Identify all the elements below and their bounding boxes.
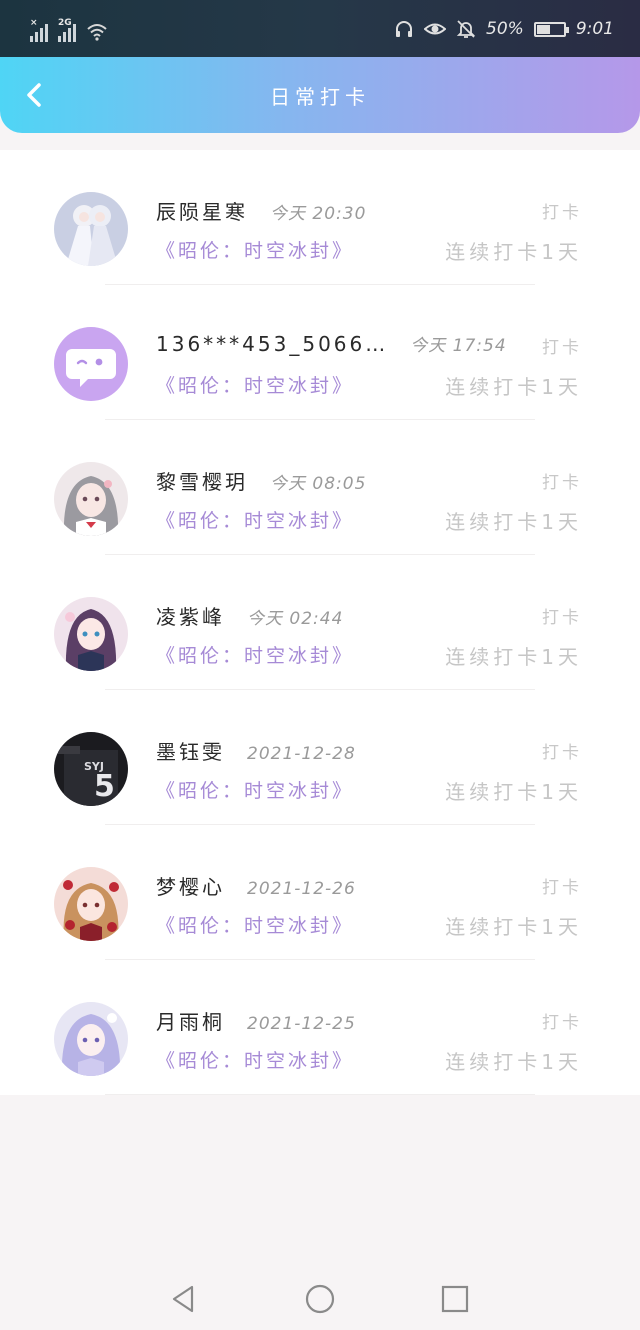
streak-text: 连续打卡1天	[445, 1050, 582, 1074]
user-name: 墨钰雯	[156, 740, 225, 764]
name-line: 月雨桐 2021-12-25	[156, 1006, 356, 1035]
signal-sim1-icon: ×	[30, 18, 50, 42]
list-item[interactable]: 月雨桐 2021-12-25 《昭伦：时空冰封》 打卡 连续打卡1天	[0, 960, 640, 1095]
checkin-time: 今天 17:54	[410, 336, 507, 356]
eye-comfort-icon	[424, 23, 447, 35]
battery-icon	[533, 21, 569, 37]
svg-text:5: 5	[94, 769, 115, 804]
checkin-label: 打卡	[542, 203, 582, 223]
signal-sim2-icon: 2G	[58, 18, 78, 42]
checkin-time: 今天 20:30	[270, 204, 367, 224]
system-nav-bar	[0, 1268, 640, 1330]
list-item[interactable]: 黎雪樱玥 今天 08:05 《昭伦：时空冰封》 打卡 连续打卡1天	[0, 420, 640, 555]
list-item[interactable]: 梦樱心 2021-12-26 《昭伦：时空冰封》 打卡 连续打卡1天	[0, 825, 640, 960]
name-line: 墨钰雯 2021-12-28	[156, 736, 356, 765]
avatar[interactable]	[54, 462, 128, 536]
checkin-label: 打卡	[542, 608, 582, 628]
checkin-label: 打卡	[542, 338, 582, 358]
user-name: 月雨桐	[156, 1010, 225, 1034]
name-line: 黎雪樱玥 今天 08:05	[156, 466, 366, 495]
divider	[105, 1094, 535, 1095]
name-line: 凌紫峰 今天 02:44	[156, 601, 343, 630]
user-name: 梦樱心	[156, 875, 225, 899]
checkin-time: 今天 08:05	[270, 474, 367, 494]
name-line: 梦樱心 2021-12-26	[156, 871, 356, 900]
streak-text: 连续打卡1天	[445, 510, 582, 534]
streak-text: 连续打卡1天	[445, 915, 582, 939]
avatar[interactable]	[54, 1002, 128, 1076]
user-name: 黎雪樱玥	[156, 470, 248, 494]
checkin-label: 打卡	[542, 743, 582, 763]
user-name: 辰陨星寒	[156, 200, 248, 224]
checkin-time: 今天 02:44	[247, 609, 344, 629]
checkin-label: 打卡	[542, 473, 582, 493]
streak-text: 连续打卡1天	[445, 375, 582, 399]
headphones-icon	[396, 21, 413, 37]
wifi-icon	[87, 24, 107, 41]
avatar[interactable]	[54, 192, 128, 266]
book-title[interactable]: 《昭伦：时空冰封》	[156, 911, 354, 938]
triangle-back-icon[interactable]	[166, 1282, 200, 1316]
checkin-list: 辰陨星寒 今天 20:30 《昭伦：时空冰封》 打卡 连续打卡1天 136***…	[0, 150, 640, 1095]
name-line: 136***453_5066… 今天 17:54	[156, 331, 507, 356]
avatar[interactable]	[54, 597, 128, 671]
checkin-time: 2021-12-26	[247, 879, 356, 899]
checkin-time: 2021-12-28	[247, 744, 356, 764]
name-line: 辰陨星寒 今天 20:30	[156, 196, 366, 225]
circle-home-icon[interactable]	[303, 1282, 337, 1316]
checkin-time: 2021-12-25	[247, 1014, 356, 1034]
svg-text:SYJ: SYJ	[84, 760, 104, 773]
screen: × 2G 50% 9:01 日常打卡 辰陨星寒 今天 20:30 《昭伦：时空冰…	[0, 0, 640, 1330]
streak-text: 连续打卡1天	[445, 645, 582, 669]
book-title[interactable]: 《昭伦：时空冰封》	[156, 236, 354, 263]
status-left: × 2G	[30, 16, 108, 42]
streak-text: 连续打卡1天	[445, 240, 582, 264]
book-title[interactable]: 《昭伦：时空冰封》	[156, 506, 354, 533]
avatar[interactable]	[54, 867, 128, 941]
book-title[interactable]: 《昭伦：时空冰封》	[156, 371, 354, 398]
status-bar: × 2G 50% 9:01	[0, 0, 640, 58]
clock: 9:01	[575, 19, 614, 39]
user-name: 136***453_5066…	[156, 332, 389, 356]
checkin-label: 打卡	[542, 878, 582, 898]
streak-text: 连续打卡1天	[445, 780, 582, 804]
list-item[interactable]: 辰陨星寒 今天 20:30 《昭伦：时空冰封》 打卡 连续打卡1天	[0, 150, 640, 285]
status-right: 50% 9:01	[394, 14, 614, 44]
list-item[interactable]: 凌紫峰 今天 02:44 《昭伦：时空冰封》 打卡 连续打卡1天	[0, 555, 640, 690]
list-item[interactable]: 5 SYJ 墨钰雯 2021-12-28 《昭伦：时空冰封》 打卡 连续打卡1天	[0, 690, 640, 825]
avatar[interactable]: 5 SYJ	[54, 732, 128, 806]
header: 日常打卡	[0, 57, 640, 133]
book-title[interactable]: 《昭伦：时空冰封》	[156, 641, 354, 668]
bell-muted-icon	[456, 20, 476, 38]
list-item[interactable]: 136***453_5066… 今天 17:54 《昭伦：时空冰封》 打卡 连续…	[0, 285, 640, 420]
user-name: 凌紫峰	[156, 605, 225, 629]
battery-level	[536, 24, 550, 34]
square-recents-icon[interactable]	[438, 1282, 472, 1316]
book-title[interactable]: 《昭伦：时空冰封》	[156, 776, 354, 803]
page-title: 日常打卡	[270, 85, 370, 109]
checkin-label: 打卡	[542, 1013, 582, 1033]
book-title[interactable]: 《昭伦：时空冰封》	[156, 1046, 354, 1073]
battery-percent: 50%	[486, 19, 524, 39]
avatar[interactable]	[54, 327, 128, 401]
